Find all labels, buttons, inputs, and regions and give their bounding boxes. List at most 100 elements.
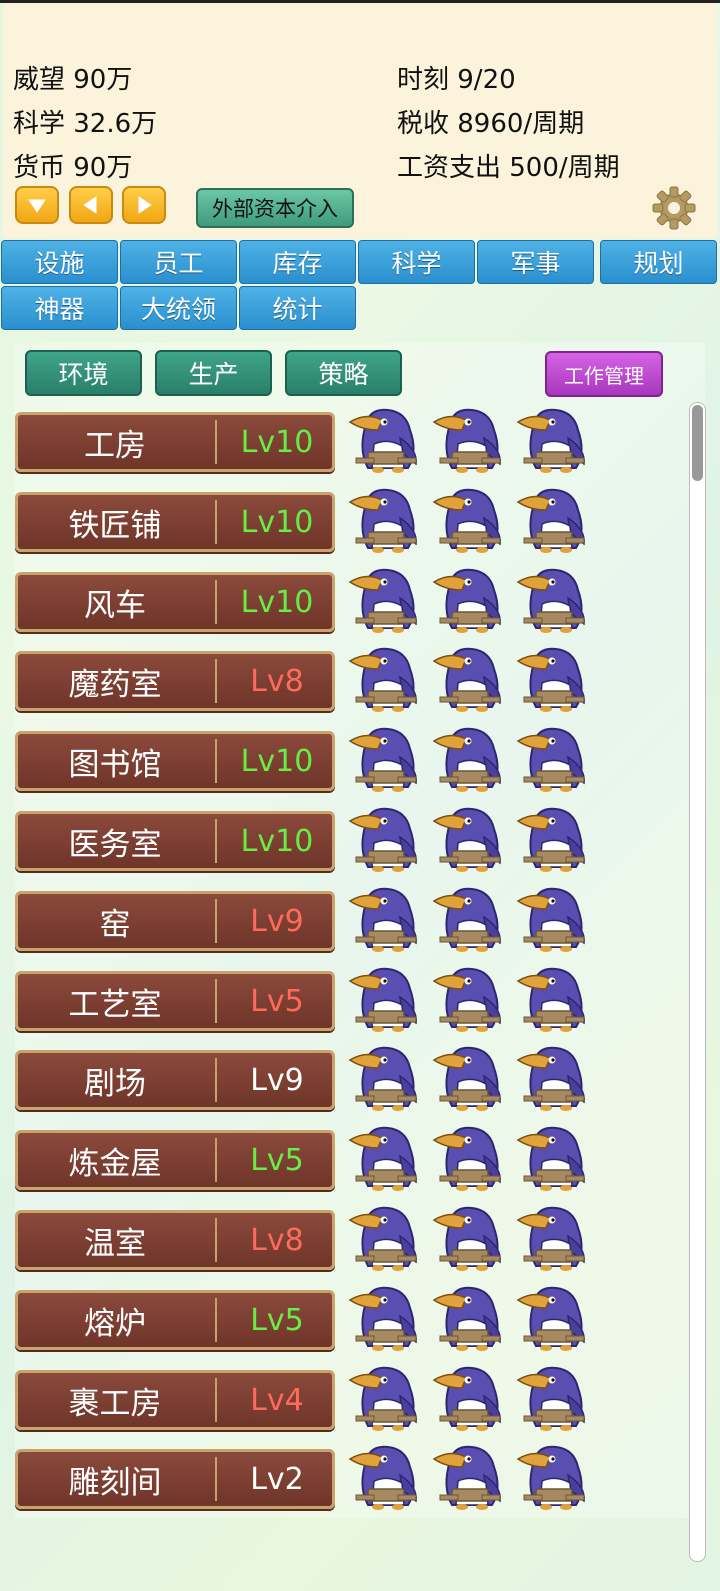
- tab-inventory[interactable]: 库存: [239, 240, 356, 284]
- penguin-worker-icon[interactable]: [348, 562, 424, 636]
- building-row[interactable]: 剧场 Lv9: [15, 1050, 335, 1110]
- building-name: 工艺室: [68, 986, 162, 1023]
- penguin-worker-icon[interactable]: [432, 1040, 508, 1114]
- building-row[interactable]: 窑 Lv9: [15, 891, 335, 951]
- penguin-worker-icon[interactable]: [348, 1040, 424, 1114]
- penguin-worker-icon[interactable]: [516, 402, 592, 476]
- previous-button[interactable]: [69, 186, 113, 224]
- building-row[interactable]: 裹工房 Lv4: [15, 1370, 335, 1430]
- building-row[interactable]: 熔炉 Lv5: [15, 1290, 335, 1350]
- next-button[interactable]: [122, 186, 166, 224]
- penguin-worker-icon[interactable]: [432, 881, 508, 955]
- penguin-worker-icon[interactable]: [432, 1120, 508, 1194]
- divider: [215, 979, 217, 1023]
- penguin-worker-icon[interactable]: [432, 801, 508, 875]
- building-level: Lv8: [250, 1222, 304, 1258]
- building-name: 铁匠铺: [68, 507, 162, 544]
- penguin-worker-icon[interactable]: [348, 1200, 424, 1274]
- currency-stat: 货币 90万: [13, 153, 133, 183]
- scrollbar-thumb[interactable]: [692, 405, 703, 481]
- building-row[interactable]: 风车 Lv10: [15, 572, 335, 632]
- scrollbar[interactable]: [689, 402, 706, 1562]
- penguin-worker-icon[interactable]: [348, 961, 424, 1035]
- divider: [215, 739, 217, 783]
- penguin-worker-icon[interactable]: [516, 1040, 592, 1114]
- penguin-worker-icon[interactable]: [516, 1439, 592, 1513]
- building-name: 风车: [84, 587, 146, 624]
- work-management-button[interactable]: 工作管理: [545, 351, 663, 397]
- penguin-worker-icon[interactable]: [516, 881, 592, 955]
- building-row[interactable]: 雕刻间 Lv2: [15, 1449, 335, 1509]
- building-row[interactable]: 温室 Lv8: [15, 1210, 335, 1270]
- penguin-worker-icon[interactable]: [516, 641, 592, 715]
- penguin-worker-icon[interactable]: [348, 801, 424, 875]
- arrow-left-icon: [83, 196, 97, 214]
- building-row[interactable]: 炼金屋 Lv5: [15, 1130, 335, 1190]
- divider: [215, 1138, 217, 1182]
- tab-facilities[interactable]: 设施: [1, 240, 118, 284]
- penguin-worker-icon[interactable]: [348, 1120, 424, 1194]
- building-level: Lv9: [250, 1062, 304, 1098]
- penguin-worker-icon[interactable]: [516, 562, 592, 636]
- penguin-worker-icon[interactable]: [348, 482, 424, 556]
- penguin-worker-icon[interactable]: [516, 801, 592, 875]
- divider: [215, 1298, 217, 1342]
- building-row[interactable]: 图书馆 Lv10: [15, 731, 335, 791]
- penguin-worker-icon[interactable]: [432, 1360, 508, 1434]
- building-name: 裹工房: [68, 1385, 162, 1422]
- penguin-worker-icon[interactable]: [348, 1439, 424, 1513]
- gear-icon[interactable]: [650, 184, 698, 232]
- penguin-worker-icon[interactable]: [348, 641, 424, 715]
- penguin-worker-icon[interactable]: [432, 641, 508, 715]
- building-row[interactable]: 工房 Lv10: [15, 412, 335, 472]
- tab-science[interactable]: 科学: [358, 240, 475, 284]
- penguin-worker-icon[interactable]: [516, 1280, 592, 1354]
- subtab-environment[interactable]: 环境: [25, 350, 142, 396]
- building-level: Lv9: [250, 903, 304, 939]
- building-level: Lv4: [250, 1382, 304, 1418]
- penguin-worker-icon[interactable]: [516, 961, 592, 1035]
- building-name: 窑: [99, 906, 131, 943]
- tab-planning[interactable]: 规划: [600, 240, 717, 284]
- penguin-worker-icon[interactable]: [516, 1200, 592, 1274]
- divider: [215, 580, 217, 624]
- tab-statistics[interactable]: 统计: [239, 286, 356, 330]
- penguin-worker-icon[interactable]: [432, 482, 508, 556]
- penguin-worker-icon[interactable]: [516, 1120, 592, 1194]
- penguin-worker-icon[interactable]: [516, 1360, 592, 1434]
- penguin-worker-icon[interactable]: [432, 961, 508, 1035]
- penguin-worker-icon[interactable]: [432, 562, 508, 636]
- building-level: Lv5: [250, 983, 304, 1019]
- building-row[interactable]: 医务室 Lv10: [15, 811, 335, 871]
- building-row[interactable]: 铁匠铺 Lv10: [15, 492, 335, 552]
- subtab-production[interactable]: 生产: [155, 350, 272, 396]
- penguin-worker-icon[interactable]: [432, 402, 508, 476]
- building-level: Lv10: [240, 743, 314, 779]
- building-row[interactable]: 工艺室 Lv5: [15, 971, 335, 1031]
- building-level: Lv10: [240, 584, 314, 620]
- building-name: 图书馆: [68, 746, 162, 783]
- collapse-button[interactable]: [15, 186, 59, 224]
- penguin-worker-icon[interactable]: [516, 482, 592, 556]
- penguin-worker-icon[interactable]: [348, 1280, 424, 1354]
- building-name: 炼金屋: [68, 1145, 162, 1182]
- tab-artifacts[interactable]: 神器: [1, 286, 118, 330]
- external-capital-button[interactable]: 外部资本介入: [196, 188, 354, 228]
- penguin-worker-icon[interactable]: [348, 721, 424, 795]
- penguin-worker-icon[interactable]: [516, 721, 592, 795]
- building-level: Lv8: [250, 663, 304, 699]
- penguin-worker-icon[interactable]: [348, 402, 424, 476]
- divider: [215, 899, 217, 943]
- building-name: 熔炉: [84, 1305, 146, 1342]
- penguin-worker-icon[interactable]: [432, 1439, 508, 1513]
- penguin-worker-icon[interactable]: [432, 721, 508, 795]
- penguin-worker-icon[interactable]: [348, 1360, 424, 1434]
- tab-staff[interactable]: 员工: [120, 240, 237, 284]
- penguin-worker-icon[interactable]: [432, 1200, 508, 1274]
- tab-grand-commander[interactable]: 大统领: [120, 286, 237, 330]
- subtab-strategy[interactable]: 策略: [285, 350, 402, 396]
- penguin-worker-icon[interactable]: [432, 1280, 508, 1354]
- tab-military[interactable]: 军事: [477, 240, 594, 284]
- penguin-worker-icon[interactable]: [348, 881, 424, 955]
- building-row[interactable]: 魔药室 Lv8: [15, 651, 335, 711]
